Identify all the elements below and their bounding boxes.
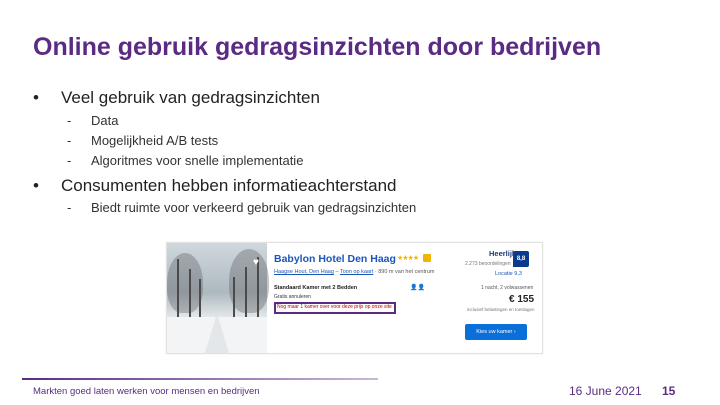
free-cancellation: Gratis annuleren — [274, 294, 311, 300]
taxes-note: inclusief belastingen en toeslagen — [467, 307, 535, 312]
thumbs-up-icon — [423, 254, 431, 262]
tree-canopy — [229, 249, 269, 313]
page-number: 15 — [662, 384, 676, 398]
sub-bullet-text: Algoritmes voor snelle implementatie — [91, 153, 304, 168]
bullet-marker: • — [33, 176, 39, 195]
choose-room-button[interactable]: Kies uw kamer › — [465, 324, 527, 340]
tree-trunk — [199, 279, 201, 319]
tree-trunk — [177, 259, 179, 319]
tree-trunk — [189, 269, 191, 319]
footer-date: 16 June 2021 — [569, 384, 642, 398]
hotel-photo[interactable]: ♥ — [167, 243, 269, 353]
heart-icon[interactable]: ♥ — [253, 257, 259, 268]
stay-details: 1 nacht, 2 volwassenen — [481, 285, 534, 291]
footer-tagline: Markten goed laten werken voor mensen en… — [33, 386, 260, 397]
location-city-link[interactable]: Haagse Hout, Den Haag — [274, 269, 334, 275]
tree-trunk — [245, 267, 247, 319]
review-score-badge: 8,8 — [513, 251, 529, 267]
room-label: Standaard Kamer met 2 Bedden — [274, 285, 358, 291]
availability-alert: Nog maar 1 kamer over voor deze prijs op… — [277, 304, 392, 310]
bullet-text: Consumenten hebben informatieachterstand — [61, 176, 397, 195]
distance-text: 890 m van het centrum — [378, 269, 435, 275]
price: € 155 — [509, 294, 535, 305]
review-count: 2.273 beoordelingen — [465, 261, 511, 267]
sub-bullet-text: Biedt ruimte voor verkeerd gebruik van g… — [91, 200, 417, 215]
sub-bullet-marker: - — [67, 153, 72, 168]
star-rating: ★★★★ — [397, 255, 419, 262]
hotel-name-link[interactable]: Babylon Hotel Den Haag — [274, 253, 396, 265]
person-icon: 👤👤 — [410, 285, 425, 291]
sub-bullet-text: Data — [91, 113, 119, 128]
sub-bullet-text: Mogelijkheid A/B tests — [91, 133, 219, 148]
room-type: Standaard Kamer met 2 Bedden — [274, 285, 357, 291]
bullet-text: Veel gebruik van gedragsinzichten — [61, 88, 320, 107]
slide-title: Online gebruik gedragsinzichten door bed… — [33, 33, 602, 61]
sub-bullet-marker: - — [67, 133, 72, 148]
location-score: Locatie 9,3 — [495, 271, 522, 277]
location-line: Haagse Hout, Den Haag – Toon op kaart · … — [274, 269, 435, 275]
hotel-listing-screenshot: ♥ Babylon Hotel Den Haag ★★★★ Haagse Hou… — [166, 242, 543, 354]
tree-trunk — [233, 277, 235, 319]
show-on-map-link[interactable]: Toon op kaart — [340, 269, 373, 275]
footer-divider — [22, 378, 378, 380]
sub-bullet-marker: - — [67, 113, 72, 128]
tree-canopy — [167, 253, 203, 313]
bullet-marker: • — [33, 88, 39, 107]
sub-bullet-marker: - — [67, 200, 72, 215]
